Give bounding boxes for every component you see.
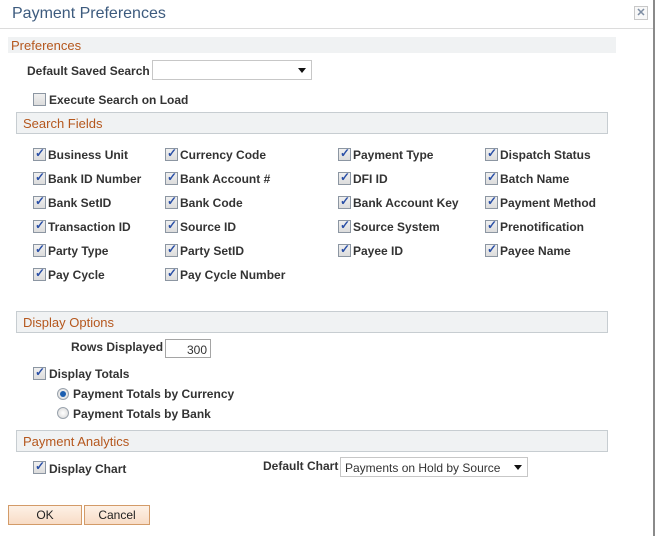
search-field-label: Business Unit bbox=[48, 148, 129, 162]
search-field-checkbox[interactable] bbox=[338, 146, 351, 161]
totals-by-currency-label: Payment Totals by Currency bbox=[73, 387, 235, 401]
payment-analytics-header-label: Payment Analytics bbox=[23, 434, 130, 449]
search-field-label: DFI ID bbox=[353, 172, 388, 186]
search-field-label: Party SetID bbox=[180, 244, 245, 258]
payment-preferences-dialog: Payment Preferences ✕ Preferences Defaul… bbox=[0, 0, 655, 536]
execute-search-checkbox[interactable] bbox=[33, 93, 46, 106]
ok-button[interactable]: OK bbox=[8, 505, 82, 525]
search-field-checkbox[interactable] bbox=[33, 218, 46, 233]
chevron-down-icon bbox=[298, 68, 306, 73]
search-field-label: Pay Cycle bbox=[48, 268, 105, 282]
default-chart-value: Payments on Hold by Source bbox=[345, 461, 501, 475]
chevron-down-icon bbox=[514, 465, 522, 470]
search-fields-section-header: Search Fields bbox=[16, 112, 608, 134]
search-field-checkbox[interactable] bbox=[338, 194, 351, 209]
search-field-checkbox[interactable] bbox=[165, 266, 178, 281]
search-field-checkbox[interactable] bbox=[338, 242, 351, 257]
totals-by-bank-radio[interactable] bbox=[57, 407, 69, 419]
preferences-header-label: Preferences bbox=[11, 38, 82, 53]
search-field-checkbox[interactable] bbox=[165, 170, 178, 185]
display-options-header-label: Display Options bbox=[23, 315, 115, 330]
search-field-checkbox[interactable] bbox=[165, 194, 178, 209]
search-field-label: Bank ID Number bbox=[48, 172, 142, 186]
display-chart-checkbox[interactable] bbox=[33, 459, 46, 474]
search-field-checkbox[interactable] bbox=[33, 242, 46, 257]
search-field-checkbox[interactable] bbox=[485, 146, 498, 161]
search-field-label: Pay Cycle Number bbox=[180, 268, 286, 282]
display-options-section-header: Display Options bbox=[16, 311, 608, 333]
search-field-checkbox[interactable] bbox=[485, 194, 498, 209]
cancel-button[interactable]: Cancel bbox=[84, 505, 150, 525]
default-saved-search-label: Default Saved Search bbox=[27, 64, 150, 78]
search-field-label: Dispatch Status bbox=[500, 148, 591, 162]
search-field-checkbox[interactable] bbox=[165, 218, 178, 233]
search-field-label: Bank SetID bbox=[48, 196, 112, 210]
rows-displayed-label: Rows Displayed bbox=[71, 340, 164, 354]
default-chart-select[interactable]: Payments on Hold by Source bbox=[340, 457, 528, 477]
close-icon[interactable]: ✕ bbox=[634, 6, 648, 20]
search-field-checkbox[interactable] bbox=[165, 242, 178, 257]
search-field-checkbox[interactable] bbox=[485, 242, 498, 257]
search-field-label: Source ID bbox=[180, 220, 237, 234]
search-field-checkbox[interactable] bbox=[338, 170, 351, 185]
display-totals-checkbox[interactable] bbox=[33, 365, 46, 380]
search-field-checkbox[interactable] bbox=[33, 170, 46, 185]
search-field-label: Payee ID bbox=[353, 244, 404, 258]
search-field-checkbox[interactable] bbox=[485, 170, 498, 185]
search-field-label: Bank Code bbox=[180, 196, 243, 210]
search-field-checkbox[interactable] bbox=[485, 218, 498, 233]
search-field-label: Bank Account # bbox=[180, 172, 271, 186]
display-chart-label: Display Chart bbox=[49, 462, 127, 476]
search-field-label: Source System bbox=[353, 220, 440, 234]
title-divider bbox=[0, 28, 653, 29]
search-field-label: Batch Name bbox=[500, 172, 570, 186]
execute-search-label: Execute Search on Load bbox=[49, 93, 189, 107]
dialog-title: Payment Preferences bbox=[12, 5, 166, 22]
preferences-section-header: Preferences bbox=[8, 37, 616, 53]
default-chart-label: Default Chart bbox=[263, 459, 339, 473]
search-field-label: Currency Code bbox=[180, 148, 267, 162]
search-field-label: Transaction ID bbox=[48, 220, 131, 234]
search-field-label: Party Type bbox=[48, 244, 109, 258]
search-field-checkbox[interactable] bbox=[33, 194, 46, 209]
search-field-label: Payee Name bbox=[500, 244, 571, 258]
default-saved-search-select[interactable] bbox=[152, 60, 312, 80]
rows-displayed-input[interactable]: 300 bbox=[165, 339, 211, 358]
search-field-checkbox[interactable] bbox=[338, 218, 351, 233]
search-field-label: Payment Method bbox=[500, 196, 597, 210]
search-fields-header-label: Search Fields bbox=[23, 116, 103, 131]
totals-by-currency-radio[interactable] bbox=[57, 388, 69, 400]
search-field-label: Payment Type bbox=[353, 148, 434, 162]
search-field-checkbox[interactable] bbox=[33, 266, 46, 281]
payment-analytics-section-header: Payment Analytics bbox=[16, 430, 608, 452]
search-field-checkbox[interactable] bbox=[33, 146, 46, 161]
search-field-checkbox[interactable] bbox=[165, 146, 178, 161]
search-field-label: Bank Account Key bbox=[353, 196, 459, 210]
display-totals-label: Display Totals bbox=[49, 367, 130, 381]
search-field-label: Prenotification bbox=[500, 220, 585, 234]
totals-by-bank-label: Payment Totals by Bank bbox=[73, 407, 211, 421]
